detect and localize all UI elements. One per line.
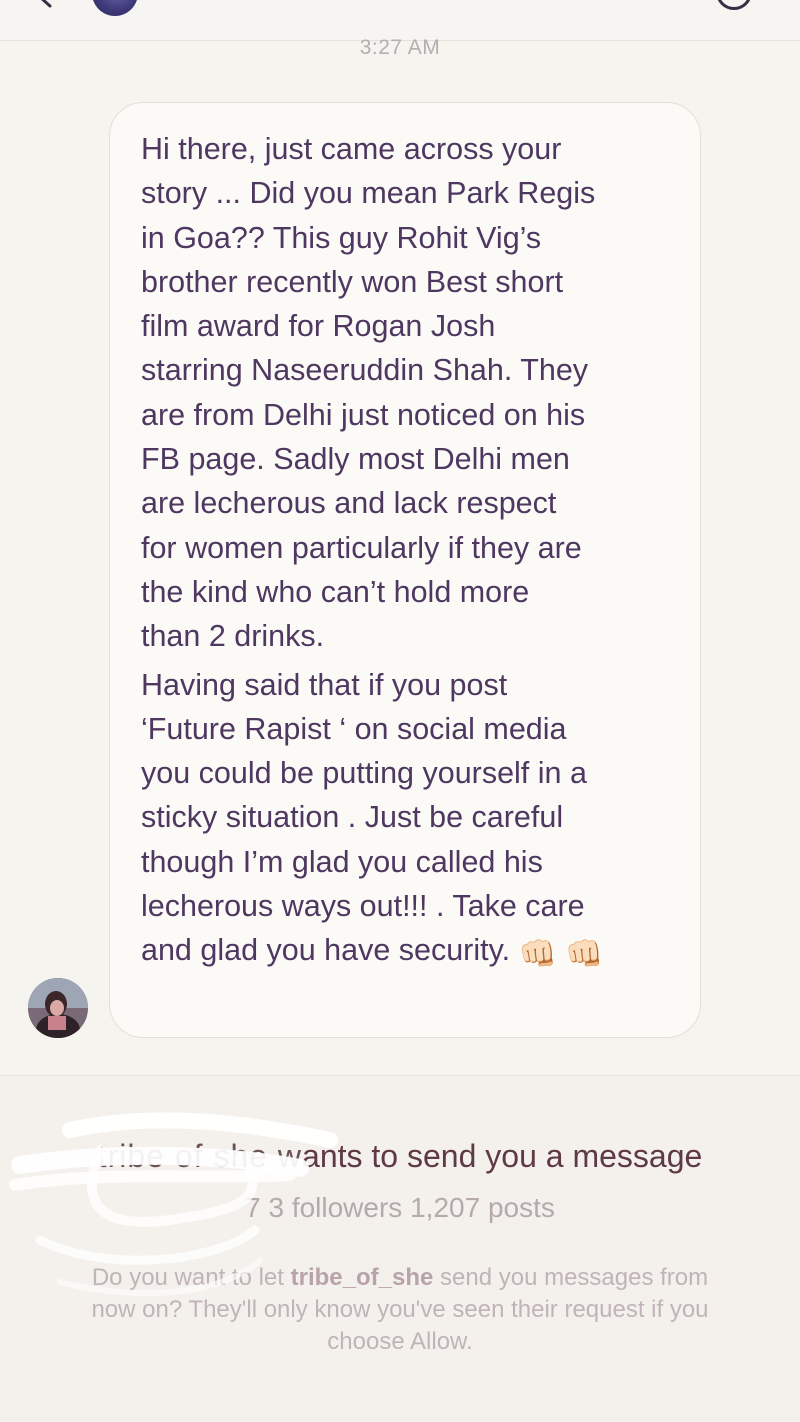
- posts-count: 1,207 posts: [410, 1192, 555, 1223]
- request-title-text: ants to send you a message: [302, 1138, 703, 1174]
- message-request-panel: [0, 1076, 800, 1422]
- sender-avatar[interactable]: [28, 978, 88, 1038]
- message-bubble[interactable]: Hi there, just came across your story ..…: [109, 102, 701, 1038]
- request-stats: 7 3 followers 1,207 posts: [0, 1192, 800, 1224]
- message-paragraph-2-text: Having said that if you post ‘Future Rap…: [141, 667, 587, 968]
- message-paragraph-1: Hi there, just came across your story ..…: [141, 132, 596, 654]
- header-username-redacted: [230, 0, 300, 2]
- message-timestamp: 3:27 AM: [359, 36, 441, 59]
- request-description: Do you want to let tribe_of_she send you…: [70, 1262, 730, 1358]
- request-username[interactable]: tribe_of_she: [291, 1264, 434, 1291]
- fist-bump-emoji: 👊🏻: [518, 937, 557, 972]
- request-title-redacted-name: tribe of she w: [97, 1138, 303, 1174]
- chevron-left-icon[interactable]: [34, 0, 56, 8]
- sender-avatar-image: [28, 978, 88, 1038]
- header-avatar[interactable]: [92, 0, 138, 16]
- fist-bump-emoji: 👊🏻: [565, 937, 603, 972]
- message-paragraph-2: Having said that if you post ‘Future Rap…: [141, 663, 680, 977]
- request-title: tribe of she wants to send you a message: [0, 1138, 800, 1175]
- followers-redacted: 7: [245, 1192, 261, 1223]
- info-icon[interactable]: [716, 0, 752, 10]
- followers-count: 3 followers: [268, 1192, 403, 1223]
- chat-header: [0, 0, 800, 41]
- request-desc-pre: Do you want to let: [91, 1264, 291, 1291]
